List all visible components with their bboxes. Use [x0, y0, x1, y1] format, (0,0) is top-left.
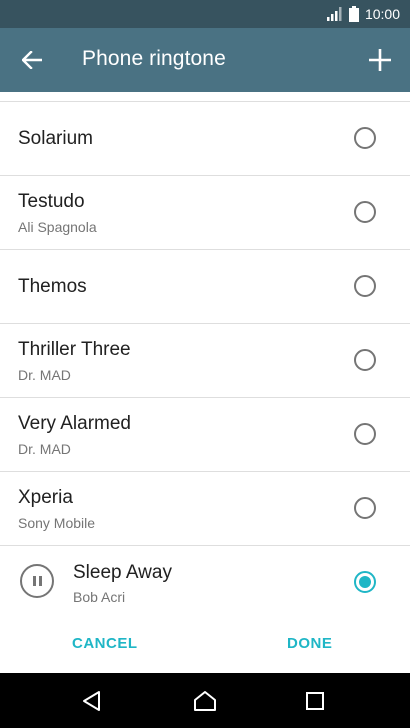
now-playing-item[interactable]: Sleep Away Bob Acri [0, 546, 410, 620]
back-button[interactable] [14, 44, 50, 76]
ringtone-list[interactable]: Solarium Testudo Ali Spagnola Themos Thr… [0, 92, 410, 620]
done-button[interactable]: DONE [287, 635, 332, 652]
ringtone-artist: Dr. MAD [18, 441, 71, 457]
ringtone-title: Very Alarmed [18, 413, 131, 434]
pause-icon [32, 576, 36, 586]
dialog-actions: CANCEL DONE [0, 620, 410, 673]
ringtone-item-xperia[interactable]: Xperia Sony Mobile [0, 472, 410, 546]
navigation-bar [0, 673, 410, 728]
ringtone-item-testudo[interactable]: Testudo Ali Spagnola [0, 176, 410, 250]
status-bar: 10:00 [0, 0, 410, 28]
ringtone-title: Xperia [18, 487, 73, 508]
ringtone-title: Themos [18, 276, 87, 297]
add-ringtone-button[interactable] [362, 42, 398, 78]
radio-button[interactable] [354, 127, 376, 149]
nav-back-button[interactable] [76, 687, 106, 715]
ringtone-artist: Dr. MAD [18, 367, 71, 383]
home-icon [194, 691, 216, 711]
radio-button[interactable] [354, 349, 376, 371]
nav-recents-button[interactable] [300, 687, 330, 715]
arrow-left-icon [22, 51, 42, 69]
pause-icon-bar [38, 576, 42, 586]
ringtone-item-thriller-three[interactable]: Thriller Three Dr. MAD [0, 324, 410, 398]
ringtone-artist: Sony Mobile [18, 515, 96, 531]
ringtone-artist: Bob Acri [73, 589, 126, 605]
ringtone-item-solarium[interactable]: Solarium [0, 102, 410, 176]
pause-button[interactable] [20, 564, 54, 598]
radio-button-selected[interactable] [354, 571, 376, 593]
back-triangle-icon [83, 691, 100, 711]
battery-icon [348, 6, 359, 22]
status-icons: 10:00 [326, 4, 400, 24]
cancel-button[interactable]: CANCEL [72, 635, 138, 652]
radio-button[interactable] [354, 275, 376, 297]
status-time: 10:00 [364, 6, 400, 22]
radio-button[interactable] [354, 201, 376, 223]
radio-button[interactable] [354, 497, 376, 519]
ringtone-artist: Ali Spagnola [18, 219, 97, 235]
plus-icon [369, 49, 391, 71]
signal-icon [326, 7, 342, 21]
toolbar: Phone ringtone [0, 28, 410, 92]
ringtone-item-themos[interactable]: Themos [0, 250, 410, 324]
ringtone-item-very-alarmed[interactable]: Very Alarmed Dr. MAD [0, 398, 410, 472]
ringtone-title: Solarium [18, 128, 93, 149]
nav-home-button[interactable] [190, 687, 220, 715]
radio-button[interactable] [354, 423, 376, 445]
ringtone-title: Testudo [18, 191, 85, 212]
page-title: Phone ringtone [82, 47, 226, 70]
ringtone-title: Sleep Away [73, 562, 172, 583]
ringtone-title: Thriller Three [18, 339, 131, 360]
recents-icon [306, 692, 324, 710]
